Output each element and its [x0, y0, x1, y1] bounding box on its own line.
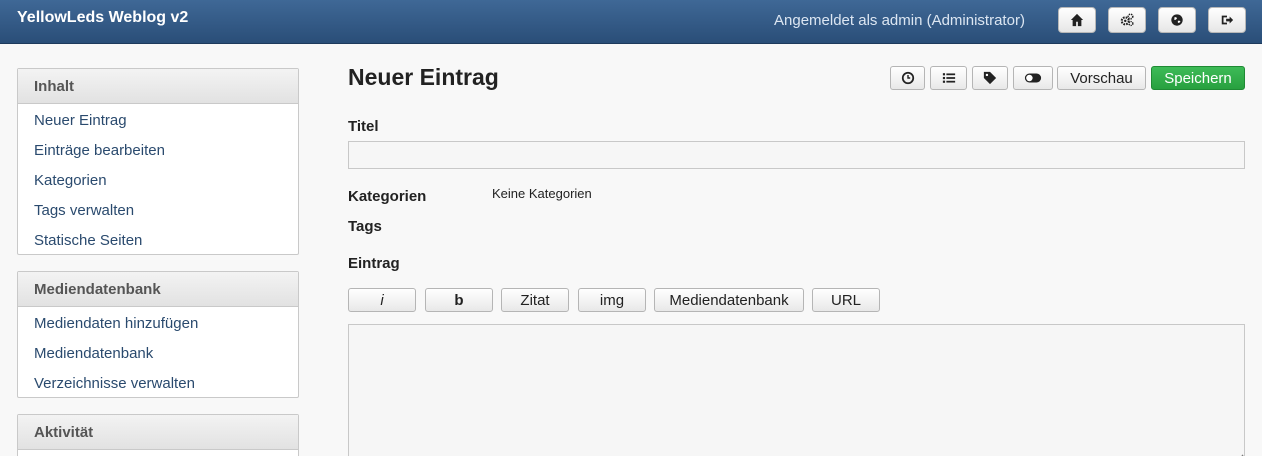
logout-icon [1221, 15, 1234, 25]
sidebar-panel-activity: Aktivität [17, 414, 299, 456]
entry-editor[interactable] [348, 324, 1245, 456]
app-brand[interactable]: YellowLeds Weblog v2 [17, 9, 188, 27]
sidebar-panel-title: Aktivität [18, 415, 298, 450]
logged-in-user: Angemeldet als admin (Administrator) [774, 12, 1025, 29]
sidebar-panel-media: Mediendatenbank Mediendaten hinzufügen M… [17, 271, 299, 398]
sidebar-panel-title: Inhalt [18, 69, 298, 104]
sidebar-panel-title: Mediendatenbank [18, 272, 298, 307]
home-icon [1070, 13, 1084, 27]
tags-button[interactable] [972, 66, 1008, 90]
clock-icon [901, 71, 914, 85]
sidebar-item-manage-tags[interactable]: Tags verwalten [18, 197, 298, 227]
sidebar-item-new-entry[interactable]: Neuer Eintrag [18, 107, 298, 137]
bold-button[interactable]: b [425, 288, 493, 312]
status-toggle-button[interactable] [1013, 66, 1053, 90]
quote-button[interactable]: Zitat [501, 288, 569, 312]
sidebar-item-manage-directories[interactable]: Verzeichnisse verwalten [18, 370, 298, 400]
categories-value: Keine Kategorien [492, 186, 592, 201]
sidebar-item-add-media[interactable]: Mediendaten hinzufügen [18, 310, 298, 340]
sidebar-item-static-pages[interactable]: Statische Seiten [18, 227, 298, 257]
sidebar-panel-content: Inhalt Neuer Eintrag Einträge bearbeiten… [17, 68, 299, 255]
italic-button[interactable]: i [348, 288, 416, 312]
list-icon [942, 73, 955, 83]
image-button[interactable]: img [578, 288, 646, 312]
media-library-button[interactable]: Mediendatenbank [654, 288, 804, 312]
title-label: Titel [348, 118, 379, 135]
settings-button[interactable] [1108, 7, 1146, 33]
logout-button[interactable] [1208, 7, 1246, 33]
website-button[interactable] [1158, 7, 1196, 33]
categories-label: Kategorien [348, 188, 427, 205]
save-button[interactable]: Speichern [1151, 66, 1245, 90]
toggle-icon [1024, 73, 1042, 83]
page-title: Neuer Eintrag [348, 64, 499, 90]
home-button[interactable] [1058, 7, 1096, 33]
entry-label: Eintrag [348, 255, 400, 272]
schedule-button[interactable] [890, 66, 925, 90]
url-button[interactable]: URL [812, 288, 880, 312]
sidebar-item-edit-entries[interactable]: Einträge bearbeiten [18, 137, 298, 167]
top-bar: YellowLeds Weblog v2 Angemeldet als admi… [0, 0, 1262, 44]
title-input[interactable] [348, 141, 1245, 169]
settings-icon [1120, 13, 1134, 27]
globe-icon [1171, 14, 1183, 26]
sidebar-item-categories[interactable]: Kategorien [18, 167, 298, 197]
sidebar-item-media-library[interactable]: Mediendatenbank [18, 340, 298, 370]
tags-label: Tags [348, 218, 382, 235]
preview-button[interactable]: Vorschau [1057, 66, 1146, 90]
list-button[interactable] [930, 66, 967, 90]
tag-icon [983, 71, 997, 85]
